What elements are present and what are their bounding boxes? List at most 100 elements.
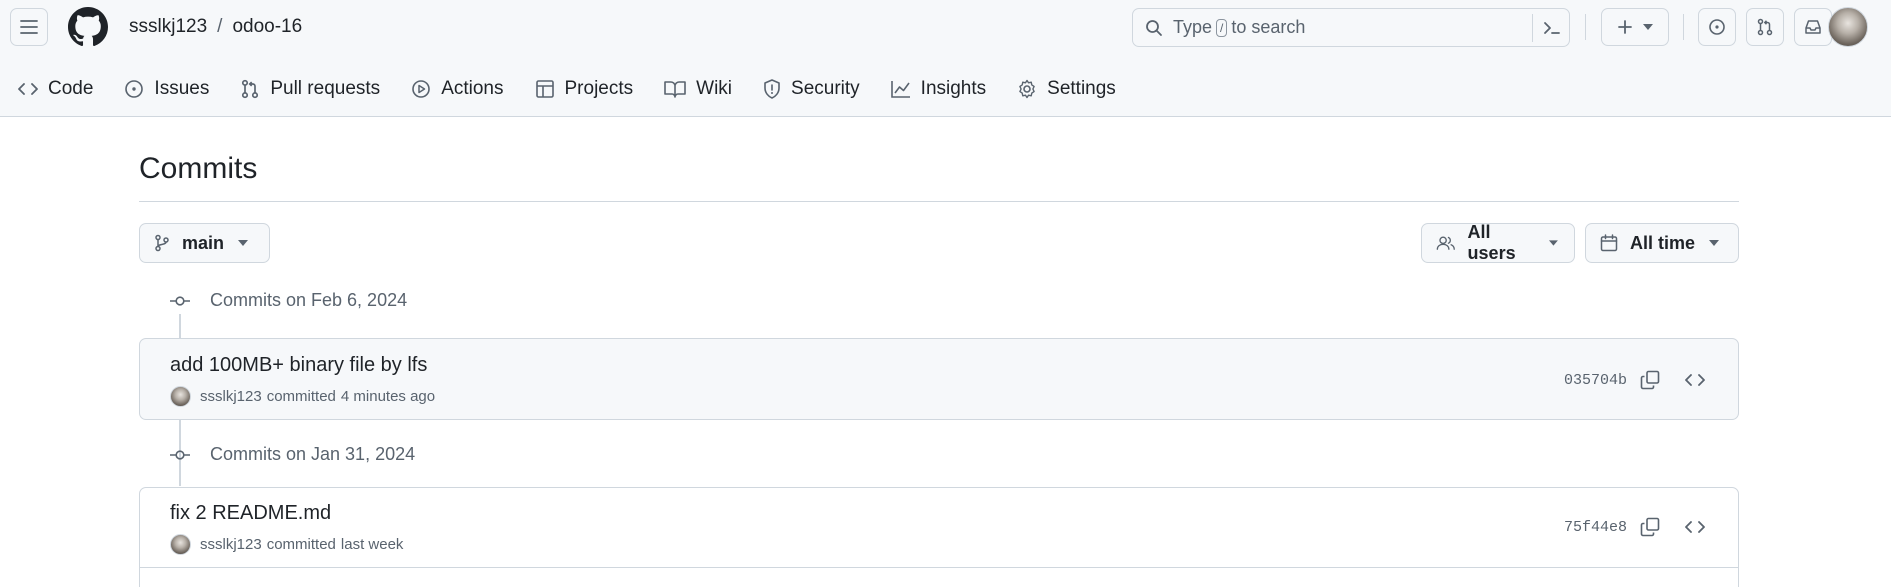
page-title: Commits: [139, 152, 258, 185]
tab-projects[interactable]: Projects: [535, 72, 647, 106]
tab-pull-requests-label: Pull requests: [270, 78, 381, 99]
chevron-down-icon: [238, 240, 249, 246]
commit-verb: committed: [266, 536, 336, 553]
commit-message-link[interactable]: fix 2 README.md: [170, 502, 331, 525]
commit-group-header: Commits on Feb 6, 2024: [170, 290, 407, 311]
tab-wiki[interactable]: Wiki: [664, 72, 745, 106]
title-divider: [139, 201, 1739, 202]
graph-icon: [890, 81, 910, 98]
create-new-button[interactable]: [1601, 8, 1669, 46]
tab-pull-requests[interactable]: Pull requests: [240, 72, 393, 106]
user-avatar[interactable]: [1828, 7, 1868, 47]
gear-icon: [1019, 79, 1035, 99]
tab-projects-label: Projects: [564, 78, 634, 99]
search-input[interactable]: Type / to search: [1132, 8, 1570, 47]
command-palette-icon: [1544, 22, 1560, 34]
tab-settings-label: Settings: [1047, 78, 1116, 99]
tab-wiki-label: Wiki: [696, 78, 733, 99]
copy-icon: [1640, 517, 1660, 537]
tab-security[interactable]: Security: [763, 72, 873, 106]
calendar-icon: [1600, 234, 1618, 252]
branch-select-label: main: [182, 232, 225, 253]
play-icon: [412, 80, 430, 98]
timeline-line: [179, 314, 181, 338]
commit-author-link[interactable]: ssslkj123: [200, 536, 262, 553]
commit-author-link[interactable]: ssslkj123: [200, 388, 262, 405]
commit-time: 4 minutes ago: [340, 388, 436, 405]
row-divider: [139, 567, 1739, 568]
tab-code[interactable]: Code: [18, 72, 106, 106]
tab-security-label: Security: [791, 78, 860, 99]
time-filter-label: All time: [1630, 232, 1696, 253]
chevron-down-icon: [1709, 240, 1720, 246]
breadcrumb-owner-link[interactable]: ssslkj123: [129, 16, 207, 38]
commit-group-date: Commits on Feb 6, 2024: [210, 290, 408, 310]
search-placeholder: Type / to search: [1173, 17, 1305, 38]
commit-meta: ssslkj123 committed last week: [170, 534, 403, 555]
tab-actions-label: Actions: [441, 78, 504, 99]
code-icon: [1685, 521, 1705, 533]
search-placeholder-suffix: to search: [1231, 17, 1306, 37]
search-icon: [1146, 19, 1162, 36]
tab-actions[interactable]: Actions: [411, 72, 516, 106]
inbox-button[interactable]: [1794, 8, 1832, 46]
users-filter-button[interactable]: All users: [1421, 222, 1575, 263]
github-logo-icon[interactable]: [68, 7, 108, 47]
branch-icon: [155, 234, 169, 252]
chevron-down-icon: [1643, 24, 1653, 30]
shield-icon: [764, 79, 780, 99]
breadcrumb-separator: /: [217, 16, 223, 37]
inbox-icon: [1805, 20, 1821, 34]
commit-icon: [170, 449, 190, 460]
commit-group-header: Commits on Jan 31, 2024: [170, 444, 415, 465]
breadcrumb-repo-link[interactable]: odoo-16: [232, 16, 302, 38]
code-icon: [18, 83, 38, 95]
commit-message-link[interactable]: add 100MB+ binary file by lfs: [170, 354, 427, 377]
commit-icon: [170, 295, 190, 306]
commit-sha-link[interactable]: 75f44e8: [1564, 519, 1627, 536]
avatar[interactable]: [170, 386, 191, 407]
command-palette-button[interactable]: [1532, 14, 1561, 42]
book-icon: [664, 81, 686, 98]
code-icon: [1685, 374, 1705, 386]
avatar[interactable]: [170, 534, 191, 555]
issue-icon: [125, 80, 144, 98]
plus-icon: [1618, 20, 1632, 34]
hamburger-icon: [20, 20, 38, 34]
hamburger-menu-button[interactable]: [10, 8, 48, 46]
commit-verb: committed: [266, 388, 336, 405]
search-placeholder-prefix: Type: [1173, 17, 1213, 37]
chevron-down-icon: [1549, 240, 1558, 246]
commit-sha-link[interactable]: 035704b: [1564, 372, 1627, 389]
tab-settings[interactable]: Settings: [1017, 72, 1129, 106]
tab-issues-label: Issues: [154, 78, 210, 99]
browse-repo-button[interactable]: [1683, 368, 1707, 392]
copy-sha-button[interactable]: [1638, 368, 1662, 392]
issues-button[interactable]: [1698, 8, 1736, 46]
copy-icon: [1640, 370, 1660, 390]
tab-insights[interactable]: Insights: [890, 72, 999, 106]
repo-tabs: Code Issues Pull requests Actions Projec…: [18, 72, 1147, 106]
issues-icon: [1709, 19, 1725, 35]
tab-code-label: Code: [48, 78, 94, 99]
header-divider: [1585, 14, 1586, 40]
breadcrumb: ssslkj123 / odoo-16: [129, 16, 302, 38]
pull-requests-icon: [1757, 18, 1773, 36]
people-icon: [1436, 236, 1455, 250]
commit-row: fix 2 README.md ssslkj123 committed last…: [139, 487, 1739, 587]
pull-requests-button[interactable]: [1746, 8, 1784, 46]
browse-repo-button[interactable]: [1683, 515, 1707, 539]
branch-select-button[interactable]: main: [139, 223, 270, 263]
tab-insights-label: Insights: [920, 78, 987, 99]
time-filter-button[interactable]: All time: [1585, 223, 1739, 263]
commit-group-date: Commits on Jan 31, 2024: [210, 444, 416, 464]
search-shortcut-key: /: [1216, 18, 1228, 37]
header-divider: [1683, 14, 1684, 40]
copy-sha-button[interactable]: [1638, 515, 1662, 539]
tab-issues[interactable]: Issues: [124, 72, 222, 106]
repo-header: ssslkj123 / odoo-16 Type / to search Cod…: [0, 0, 1891, 117]
commit-meta: ssslkj123 committed 4 minutes ago: [170, 386, 435, 407]
commit-row: add 100MB+ binary file by lfs ssslkj123 …: [139, 338, 1739, 420]
table-icon: [535, 80, 554, 98]
pull-request-icon: [242, 79, 259, 99]
